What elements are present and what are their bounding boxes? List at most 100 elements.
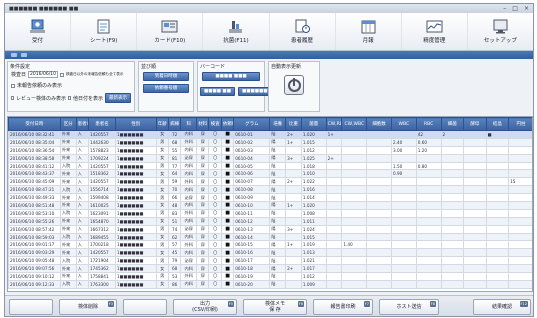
table-cell bbox=[508, 169, 532, 179]
column-header[interactable]: 菌量 bbox=[300, 117, 327, 131]
print-report-button[interactable]: 報告書印刷 F7 bbox=[313, 298, 373, 315]
table-row[interactable]: 2016/06/10 09:10:12 外来入 1758841 1■■■■■■ 男 53 外… bbox=[8, 272, 532, 281]
table-row[interactable]: 2016/06/10 08:36:54 外来入 1578823 1■■■■■■ 女 55 内… bbox=[8, 145, 532, 155]
review-checkbox[interactable] bbox=[11, 96, 14, 100]
table-row[interactable]: 2016/06/10 09:12:33 入院入 1763300 1■■■■■■ 女 86 内… bbox=[8, 279, 532, 289]
column-header[interactable]: 年齢 bbox=[155, 117, 169, 131]
table-row[interactable]: 2016/06/10 08:35:04 外来入 1442630 1■■■■■■ 男 68 外… bbox=[8, 137, 532, 147]
minimize-icon[interactable]: – bbox=[503, 5, 506, 12]
toolbar-quality-control-button[interactable]: 精度管理 bbox=[402, 13, 468, 50]
column-header[interactable]: 患者名 bbox=[87, 117, 117, 131]
show-all-checkbox[interactable] bbox=[59, 72, 64, 77]
column-header[interactable]: 患者ID bbox=[75, 117, 89, 131]
column-header[interactable]: 病棟 bbox=[167, 117, 182, 131]
output-sub-label: (CSV/印刷) bbox=[192, 306, 218, 313]
table-cell: 〇 bbox=[208, 137, 222, 147]
table-row[interactable]: 2016/06/10 09:01:17 外来入 1700218 1■■■■■■ 男 57 外… bbox=[8, 240, 532, 250]
table-cell bbox=[415, 193, 442, 203]
table-row[interactable]: 2016/06/10 09:07:56 外来入 1745362 1■■■■■■ 女 68 内… bbox=[8, 264, 532, 274]
toolbar-setup-button[interactable]: セットアップ bbox=[468, 13, 533, 50]
barcode-button-1[interactable]: ■■■■ ■■■ bbox=[202, 72, 260, 81]
column-header[interactable]: 円柱 bbox=[508, 117, 532, 131]
host-send-button[interactable]: ホスト送信 F8 bbox=[379, 298, 439, 315]
column-header[interactable]: 依頼No bbox=[220, 117, 235, 131]
table-cell: 2016/06/10 08:45:09 bbox=[8, 177, 61, 187]
column-header[interactable]: 受付日時 bbox=[8, 117, 61, 131]
other-date-checkbox[interactable] bbox=[68, 96, 71, 100]
column-header[interactable]: 比重 bbox=[285, 117, 302, 131]
table-row[interactable]: 2016/06/10 08:38:58 外来入 1709224 1■■■■■■ 女 81 泌… bbox=[8, 153, 532, 163]
table-cell bbox=[485, 232, 510, 242]
delete-sample-button[interactable]: 検体削除 F3 bbox=[59, 298, 117, 315]
auto-refresh-toggle[interactable] bbox=[284, 75, 304, 95]
table-cell bbox=[341, 177, 368, 187]
table-cell bbox=[325, 137, 343, 147]
table-row[interactable]: 2016/06/10 08:57:42 外来入 1667312 1■■■■■■ 男 74 泌… bbox=[8, 224, 532, 234]
table-cell: 0610-16 bbox=[233, 248, 271, 258]
column-header[interactable]: WBC bbox=[390, 117, 417, 131]
table-cell: 1700218 bbox=[87, 240, 117, 250]
table-cell bbox=[463, 137, 487, 147]
barcode-button-2[interactable]: ■■■■ ■■ bbox=[200, 87, 235, 96]
column-header[interactable]: CW,WBC bbox=[341, 117, 368, 131]
output-button[interactable]: 出力 (CSV/印刷) F5 bbox=[173, 298, 237, 315]
table-row[interactable]: 2016/06/10 08:59:03 入院入 1689455 1■■■■■■ 女 62 内… bbox=[8, 232, 532, 242]
sort-arrival-button[interactable]: 到着日時順 bbox=[143, 72, 189, 81]
table-cell: 尿 bbox=[196, 185, 210, 195]
toolbar-reception-button[interactable]: 受付 bbox=[5, 13, 72, 50]
table-cell: 1■■■■■■ bbox=[115, 264, 157, 274]
toolbar-antibacterial-button[interactable]: 抗菌(F11) bbox=[203, 13, 270, 50]
table-row[interactable]: 2016/06/10 08:43:37 外来入 1518362 1■■■■■■ 女 64 内… bbox=[8, 169, 532, 179]
date-input[interactable]: 2016/06/10 bbox=[28, 71, 58, 78]
column-header[interactable]: 検査 bbox=[208, 117, 222, 131]
table-row[interactable]: 2016/06/10 09:05:48 入院入 1721904 1■■■■■■ 男 79 泌… bbox=[8, 256, 532, 266]
column-header[interactable]: 細菌 bbox=[440, 117, 465, 131]
table-cell: 泌尿 bbox=[180, 256, 198, 266]
table-cell: 尿 bbox=[196, 201, 210, 210]
close-icon[interactable]: × bbox=[524, 5, 529, 12]
column-header[interactable]: 科 bbox=[180, 117, 198, 131]
toolbar-monthly-report-button[interactable]: 月報 bbox=[336, 13, 402, 50]
toolbar-patient-history-button[interactable]: 患者履歴 bbox=[270, 13, 336, 50]
table-row[interactable]: 2016/06/10 08:53:10 入院入 1623091 1■■■■■■ 男 83 外… bbox=[8, 208, 532, 218]
sort-request-button[interactable]: 依頼番号順 bbox=[143, 84, 189, 93]
column-header[interactable]: 結晶 bbox=[485, 117, 510, 131]
toolbar-card-button[interactable]: カード(F10) bbox=[137, 13, 204, 50]
table-cell: 2016/06/10 08:32:41 bbox=[8, 130, 61, 139]
table-row[interactable]: 2016/06/10 08:55:26 外来入 1654870 1■■■■■■ 女 51 内… bbox=[8, 216, 532, 226]
table-row[interactable]: 2016/06/10 08:41:12 入院入 1420557 1■■■■■■ 男 77 内… bbox=[8, 161, 532, 171]
column-header[interactable]: CW,RBC bbox=[325, 117, 343, 131]
barcode-button-3[interactable]: ■■■■■■ bbox=[237, 87, 272, 96]
table-row[interactable]: 2016/06/10 08:32:41 外来入 1420557 1■■■■■■ 女 72 内… bbox=[8, 130, 532, 139]
column-header[interactable]: 酵母 bbox=[463, 117, 487, 131]
column-header[interactable]: 材料 bbox=[196, 117, 210, 131]
save-memo-button[interactable]: 検体メモ保 存 F6 bbox=[243, 298, 307, 315]
table-row[interactable]: 2016/06/10 08:47:21 入院入 1556714 1■■■■■■ 女 70 内… bbox=[8, 185, 532, 195]
column-header[interactable]: 区分 bbox=[59, 117, 77, 131]
column-header[interactable]: RBC bbox=[415, 117, 442, 131]
table-row[interactable]: 2016/06/10 08:51:48 外来入 1610025 1■■■■■■ 女 48 内… bbox=[8, 201, 532, 210]
table-cell: ■ bbox=[220, 224, 235, 234]
confirm-result-button[interactable]: 結果確認 F12 bbox=[473, 298, 531, 315]
table-row[interactable]: 2016/06/10 09:03:29 外来入 1420557 1■■■■■■ 女 45 内… bbox=[8, 248, 532, 258]
column-header[interactable]: 細胞数 bbox=[366, 117, 392, 131]
toolbar-sheet-button[interactable]: シート(F9) bbox=[71, 13, 138, 50]
table-cell: 外来 bbox=[59, 240, 77, 250]
column-header[interactable]: グラム bbox=[233, 117, 271, 131]
table-cell: 〇 bbox=[208, 185, 222, 195]
table-cell bbox=[366, 177, 392, 187]
blank-button-1[interactable] bbox=[9, 298, 53, 315]
refresh-button[interactable]: 最新表示 bbox=[105, 93, 131, 103]
column-header[interactable]: 培養 bbox=[269, 117, 287, 131]
table-cell bbox=[415, 272, 442, 281]
column-header[interactable]: 性別 bbox=[115, 117, 157, 131]
table-cell: 入 bbox=[75, 161, 89, 171]
maximize-icon[interactable]: □ bbox=[512, 5, 518, 12]
blank-button-2[interactable] bbox=[123, 298, 167, 315]
table-cell: 83 bbox=[167, 208, 182, 218]
table-row[interactable]: 2016/06/10 08:45:09 外来入 1420557 1■■■■■■ 男 59 外… bbox=[8, 177, 532, 187]
table-cell bbox=[366, 208, 392, 218]
table-row[interactable]: 2016/06/10 08:49:33 外来入 1599408 1■■■■■■ 男 66 泌… bbox=[8, 193, 532, 203]
table-cell: 1■■■■■■ bbox=[115, 130, 157, 139]
unreported-checkbox[interactable] bbox=[11, 83, 15, 88]
